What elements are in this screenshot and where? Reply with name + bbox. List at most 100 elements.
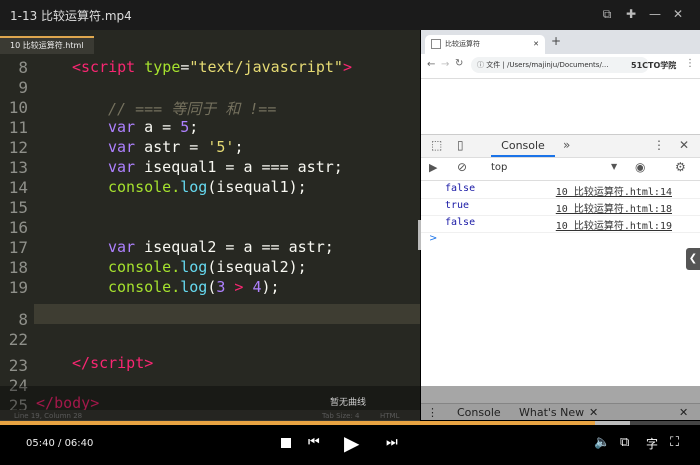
code-line-19: console.log(3 > 4);: [108, 278, 280, 296]
console-log-row: false 10 比较运算符.html:19: [421, 215, 700, 233]
browser-tab-strip: 比较运算符 ✕ +: [421, 30, 700, 54]
mini-window-icon[interactable]: ⧉: [600, 7, 614, 21]
browser-menu-icon[interactable]: ⋮: [685, 58, 695, 69]
browser-window: 比较运算符 ✕ + ← → ↻ ⓘ 文件 | /Users/majinju/Do…: [421, 30, 700, 420]
line-number: 13: [8, 158, 28, 177]
code-line-11: var a = 5;: [108, 118, 198, 136]
video-title: 1-13 比较运算符.mp4: [10, 9, 132, 23]
console-log-row: false 10 比较运算符.html:14: [421, 181, 700, 199]
devtools-menu-icon[interactable]: ⋮: [653, 138, 665, 152]
code-editor[interactable]: 10 比较运算符.html 8 9 10 11 12 13 14 15 16 1…: [0, 30, 420, 420]
stop-button[interactable]: [280, 437, 292, 449]
code-token: >: [144, 354, 154, 372]
code-token: var: [108, 158, 136, 176]
skip-next-icon: ⏭: [386, 435, 398, 450]
clear-console-icon[interactable]: ⊘: [457, 160, 467, 174]
code-line-17: var isequal2 = a == astr;: [108, 238, 334, 256]
url-field[interactable]: ⓘ 文件 | /Users/majinju/Documents/...: [471, 57, 649, 73]
code-token: <: [72, 58, 82, 76]
line-number: 12: [8, 138, 28, 157]
code-line-14: console.log(isequal1);: [108, 178, 307, 196]
code-token: isequal2 = a == astr;: [135, 238, 334, 256]
code-token: isequal1 = a === astr;: [135, 158, 343, 176]
line-gutter: 8 9 10 11 12 13 14 15 16 17 18 19 8 22 2…: [0, 58, 34, 420]
log-source-link[interactable]: 10 比较运算符.html:14: [556, 183, 672, 198]
devtools-close-icon[interactable]: ✕: [679, 138, 689, 152]
time-separator: /: [54, 438, 65, 449]
forward-icon[interactable]: →: [441, 59, 449, 70]
chevron-down-icon[interactable]: ▼: [611, 162, 617, 171]
line-number: 22: [8, 330, 28, 349]
console-prompt[interactable]: >: [429, 233, 437, 244]
code-token: var: [108, 138, 136, 156]
time-display: 05:40 / 06:40: [26, 438, 93, 449]
console-context-bar: ▶ ⊘ top ▼ ◉ ⚙: [421, 158, 700, 181]
picture-in-picture-button[interactable]: ⧉: [620, 435, 629, 450]
minimize-icon[interactable]: —: [648, 7, 662, 21]
line-number: 18: [8, 258, 28, 277]
code-token: );: [261, 278, 280, 296]
code-token: (isequal2);: [207, 258, 307, 276]
code-token: ;: [234, 138, 244, 156]
code-token: (isequal1);: [207, 178, 307, 196]
log-source-link[interactable]: 10 比较运算符.html:18: [556, 200, 672, 215]
log-value: false: [445, 217, 476, 228]
device-toggle-icon[interactable]: ▯: [457, 138, 464, 152]
previous-button[interactable]: ⏮: [308, 435, 320, 450]
gear-icon[interactable]: ⚙: [675, 160, 686, 174]
stop-icon: [281, 438, 291, 448]
code-line-8: <script type="text/javascript">: [72, 58, 352, 76]
code-token: >: [342, 58, 352, 76]
more-tabs-icon[interactable]: »: [563, 138, 570, 152]
skip-previous-icon: ⏮: [308, 435, 320, 450]
log-value: false: [445, 183, 476, 194]
pip-icon: ⧉: [620, 435, 630, 450]
play-icon: ▶: [344, 431, 360, 455]
console-log-row: true 10 比较运算符.html:18: [421, 198, 700, 216]
line-number: 11: [8, 118, 28, 137]
eye-icon[interactable]: ◉: [635, 160, 645, 174]
total-time: 06:40: [64, 438, 94, 449]
volume-button[interactable]: 🔈: [594, 435, 610, 450]
code-token: script: [90, 354, 145, 372]
code-token: "text/javascript": [189, 58, 343, 76]
code-token: log: [180, 278, 208, 296]
tab-close-icon[interactable]: ✕: [533, 35, 539, 54]
close-icon[interactable]: ✕: [671, 7, 685, 21]
next-button[interactable]: ⏭: [386, 435, 398, 450]
line-number: 14: [8, 178, 28, 197]
code-token: log: [180, 178, 208, 196]
url-text: /Users/majinju/Documents/...: [507, 61, 609, 69]
editor-tab[interactable]: 10 比较运算符.html: [0, 36, 94, 54]
back-icon[interactable]: ←: [427, 59, 435, 70]
current-time: 05:40: [26, 438, 55, 449]
new-tab-icon[interactable]: +: [551, 34, 561, 48]
code-token: >: [225, 278, 253, 296]
fullscreen-button[interactable]: ⛶: [670, 435, 679, 450]
play-button[interactable]: ▶: [344, 431, 359, 455]
code-token: var: [108, 118, 136, 136]
address-bar: ← → ↻ ⓘ 文件 | /Users/majinju/Documents/..…: [421, 54, 700, 79]
side-panel-toggle[interactable]: ❮: [686, 248, 700, 270]
player-controls: 05:40 / 06:40 ⏮ ▶ ⏭ 🔈 ⧉ 字 ⛶: [0, 425, 700, 465]
reload-icon[interactable]: ↻: [455, 58, 463, 69]
code-token: a =: [135, 118, 181, 136]
show-sidebar-icon[interactable]: ▶: [429, 161, 437, 174]
code-token: type: [144, 58, 181, 76]
code-line-13: var isequal1 = a === astr;: [108, 158, 343, 176]
log-source-link[interactable]: 10 比较运算符.html:19: [556, 217, 672, 232]
log-value: true: [445, 200, 470, 211]
inspect-element-icon[interactable]: ⬚: [431, 138, 442, 152]
pin-icon[interactable]: ✚: [624, 7, 638, 21]
context-selector[interactable]: top: [491, 162, 507, 173]
browser-tab[interactable]: 比较运算符 ✕: [425, 35, 545, 54]
caption-button[interactable]: 字: [646, 435, 658, 452]
code-line-10: // === 等同于 和 !==: [108, 100, 277, 118]
devtools-panel: ⬚ ▯ Console » ⋮ ✕ ▶ ⊘ top ▼ ◉ ⚙ false 10…: [421, 134, 700, 420]
code-token: console.: [108, 278, 181, 296]
code-token: ;: [189, 118, 199, 136]
tab-console[interactable]: Console: [491, 135, 555, 157]
line-number: 10: [8, 98, 28, 117]
line-number: 15: [8, 198, 28, 217]
fullscreen-icon: ⛶: [670, 435, 680, 450]
